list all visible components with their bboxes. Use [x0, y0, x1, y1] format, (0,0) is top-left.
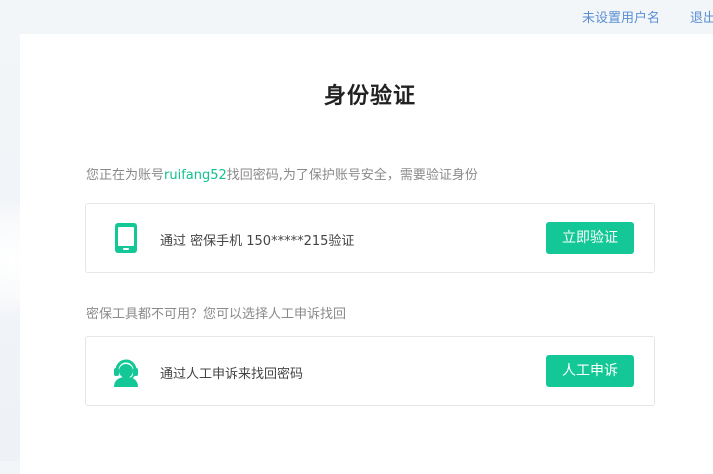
appeal-option-label: 通过人工申诉来找回密码 [160, 367, 304, 382]
manual-appeal-option: 通过人工申诉来找回密码 人工申诉 [85, 336, 655, 406]
fallback-text: 密保工具都不可用？您可以选择人工申诉找回 [86, 307, 347, 322]
manual-appeal-button[interactable]: 人工申诉 [546, 355, 634, 387]
verify-now-button[interactable]: 立即验证 [546, 222, 634, 254]
phone-option-label: 通过 密保手机 150*****215验证 [160, 234, 355, 249]
intro-text: 您正在为账号ruifang52找回密码,为了保护账号安全，需要验证身份 [86, 164, 478, 183]
intro-suffix: 找回密码,为了保护账号安全，需要验证身份 [226, 168, 478, 183]
mobile-phone-icon [112, 222, 140, 254]
account-name: ruifang52 [164, 168, 227, 183]
phone-verify-option: 通过 密保手机 150*****215验证 立即验证 [85, 203, 655, 273]
top-bar: 未设置用户名 退出 [0, 0, 713, 32]
logout-link[interactable]: 退出 [690, 7, 713, 26]
username-link[interactable]: 未设置用户名 [582, 7, 660, 26]
page-title: 身份验证 [323, 84, 416, 109]
customer-service-icon [112, 355, 140, 387]
intro-prefix: 您正在为账号 [86, 168, 165, 183]
